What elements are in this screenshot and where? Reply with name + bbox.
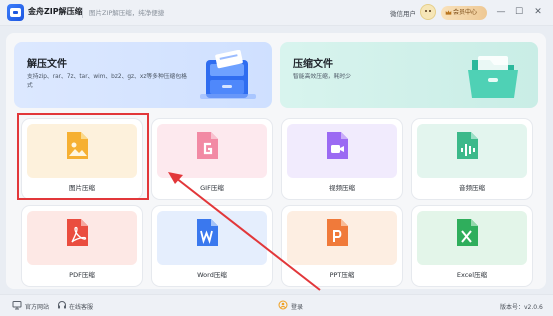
annotation-arrow-icon [168,172,321,291]
login-link[interactable]: 登录 [291,302,303,311]
support-link[interactable]: 在线客服 [69,302,93,311]
login-icon [278,300,288,310]
headset-icon [58,301,66,309]
monitor-icon [12,301,22,310]
website-link[interactable]: 官方网站 [25,302,49,311]
footer-bar: 官方网站 在线客服 登录 版本号：v2.0.6 [0,294,553,316]
version-label: 版本号：v2.0.6 [500,304,543,311]
